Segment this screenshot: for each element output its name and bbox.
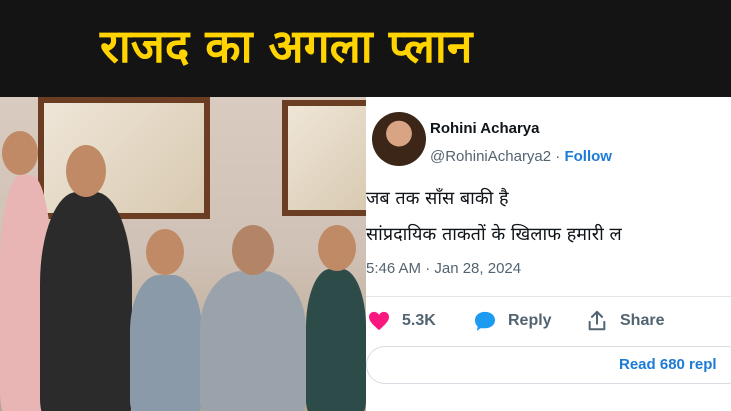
person-boy-middle [130,275,202,411]
family-photo [0,97,366,411]
person-boy-right-head [318,225,356,271]
person-boy-middle-head [146,229,184,275]
tweet-timestamp[interactable]: 5:46 AM · Jan 28, 2024 [366,260,521,277]
person-woman [40,192,132,411]
reply-button[interactable]: Reply [474,310,552,332]
author-name[interactable]: Rohini Acharya [430,120,539,137]
author-avatar[interactable] [372,112,426,166]
like-button[interactable]: 5.3K [368,310,436,332]
person-boy-right [306,269,366,411]
reply-label: Reply [508,312,552,329]
person-elder-head [232,225,274,275]
tweet-divider [366,296,731,297]
share-label: Share [620,312,665,329]
wall-frame-right [282,100,366,216]
handle-separator: · [555,148,561,165]
person-elder [200,271,306,411]
share-icon [588,310,606,331]
headline-text: राजद का अगला प्लान [100,19,473,73]
read-replies-button[interactable]: Read 680 repl [366,346,731,384]
like-count: 5.3K [402,312,436,329]
tweet-text-line-1: जब तक साँस बाकी है [366,188,509,209]
author-handle[interactable]: @RohiniAcharya2 [430,148,551,165]
follow-button[interactable]: Follow [564,148,612,165]
person-girl-left-head [2,131,38,175]
person-woman-head [66,145,106,197]
share-button[interactable]: Share [586,310,664,332]
reply-bubble-icon [475,311,495,331]
author-handle-row: @RohiniAcharya2 · Follow [430,148,612,165]
heart-icon [369,311,389,331]
tweet-text-line-2: सांप्रदायिक ताकतों के खिलाफ हमारी ल [366,224,622,245]
headline-banner: राजद का अगला प्लान [0,0,731,97]
